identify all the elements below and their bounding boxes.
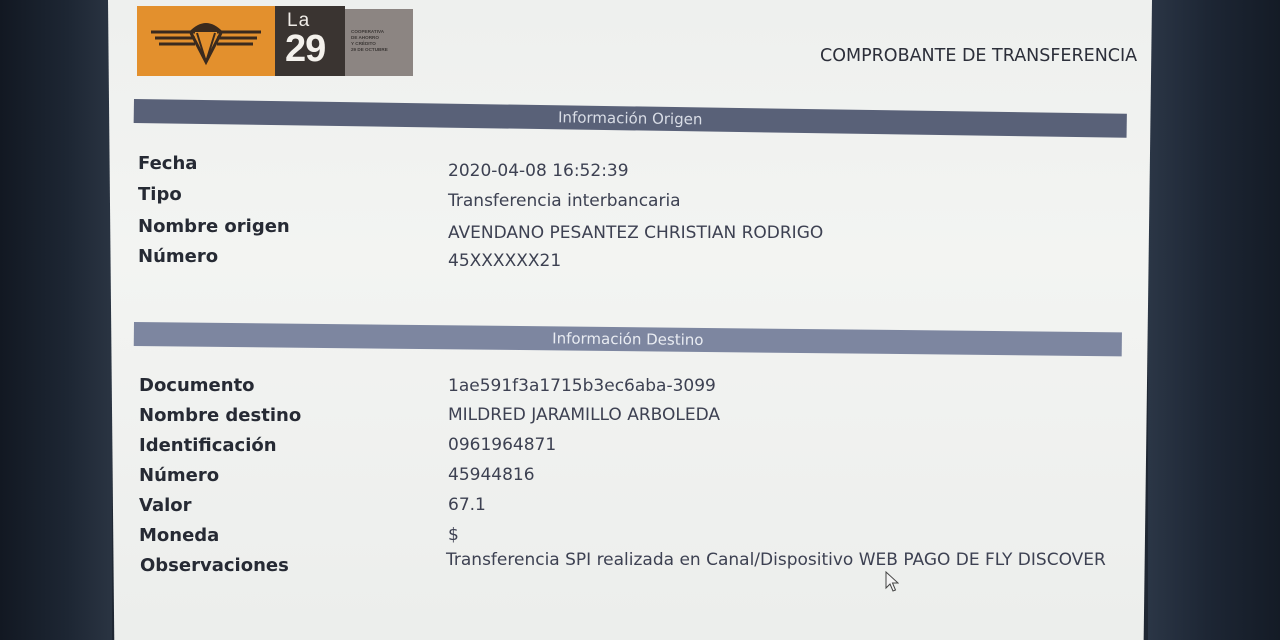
logo-caption-text: COOPERATIVA DE AHORRO Y CRÉDITO 29 DE OC…	[351, 29, 388, 52]
dest-moneda-label: Moneda	[139, 525, 220, 546]
document-title: COMPROBANTE DE TRANSFERENCIA	[820, 46, 1138, 66]
screen-page	[108, 0, 1152, 640]
origin-fecha-label: Fecha	[138, 153, 198, 174]
dest-nombre-value: MILDRED JARAMILLO ARBOLEDA	[448, 405, 721, 425]
origin-numero-label: Número	[138, 246, 219, 267]
dest-identificacion-label: Identificación	[139, 435, 277, 456]
origin-nombre-label: Nombre origen	[138, 216, 290, 237]
origin-fecha-value: 2020-04-08 16:52:39	[448, 161, 629, 181]
origin-numero-value: 45XXXXXX21	[448, 251, 562, 271]
origin-tipo-label: Tipo	[138, 184, 182, 205]
dest-documento-value: 1ae591f3a1715b3ec6aba-3099	[448, 376, 716, 396]
dest-valor-label: Valor	[139, 495, 192, 516]
logo-emblem-panel	[137, 6, 275, 76]
dest-observaciones-value: Transferencia SPI realizada en Canal/Dis…	[446, 550, 1106, 570]
dest-valor-value: 67.1	[448, 495, 486, 515]
monitor-bezel-right	[1148, 0, 1280, 640]
dest-identificacion-value: 0961964871	[448, 435, 557, 455]
dest-documento-label: Documento	[139, 375, 255, 396]
dest-moneda-value: $	[448, 525, 459, 545]
origin-tipo-value: Transferencia interbancaria	[448, 191, 681, 211]
dest-numero-label: Número	[139, 465, 220, 486]
logo-number-text: 29	[285, 28, 326, 70]
logo-number-panel: La 29	[275, 6, 345, 76]
cooperative-logo: La 29 COOPERATIVA DE AHORRO Y CRÉDITO 29…	[137, 6, 413, 76]
dest-nombre-label: Nombre destino	[139, 405, 302, 426]
winged-parachute-logo-icon	[151, 23, 261, 66]
logo-caption-panel: COOPERATIVA DE AHORRO Y CRÉDITO 29 DE OC…	[345, 9, 413, 76]
dest-numero-value: 45944816	[448, 465, 535, 485]
monitor-bezel-left	[0, 0, 112, 640]
origin-nombre-value: AVENDANO PESANTEZ CHRISTIAN RODRIGO	[448, 223, 824, 243]
dest-observaciones-label: Observaciones	[140, 555, 289, 576]
mouse-pointer-icon	[885, 571, 899, 592]
